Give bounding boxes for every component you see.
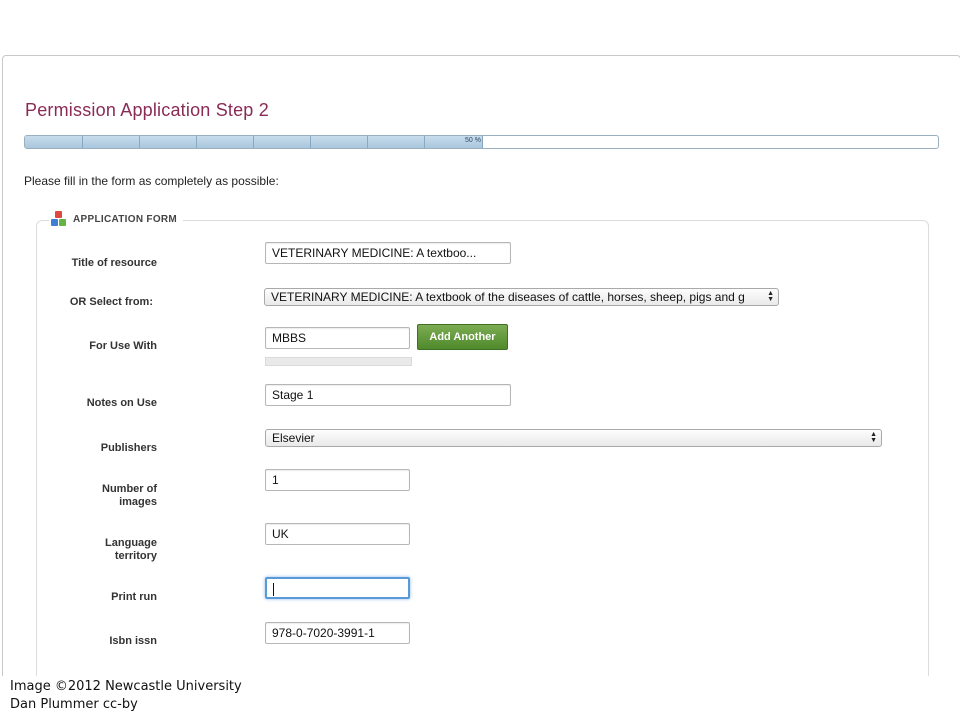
number-of-images-label-line2: images [119, 496, 157, 508]
for-use-with-input[interactable]: MBBS [265, 327, 410, 349]
resource-select-value: VETERINARY MEDICINE: A textbook of the d… [271, 290, 745, 304]
for-use-with-label: For Use With [89, 340, 157, 352]
resource-select[interactable]: VETERINARY MEDICINE: A textbook of the d… [264, 288, 779, 306]
title-of-resource-label: Title of resource [71, 257, 157, 269]
isbn-issn-label: Isbn issn [109, 635, 157, 647]
language-territory-label: Language territory [57, 537, 157, 563]
image-credit: Image ©2012 Newcastle University Dan Plu… [10, 678, 242, 714]
print-run-label: Print run [111, 591, 157, 603]
progress-bar: 50 % [24, 135, 939, 149]
publishers-label: Publishers [100, 442, 157, 454]
select-from-label: OR Select from: [69, 296, 153, 308]
progress-segment [139, 136, 140, 148]
language-territory-label-line1: Language [105, 537, 157, 549]
progress-label: 50 % [465, 137, 481, 144]
progress-segment [196, 136, 197, 148]
blocks-icon [51, 211, 67, 227]
isbn-issn-input[interactable]: 978-0-7020-3991-1 [265, 622, 410, 644]
form-legend-text: APPLICATION FORM [73, 213, 178, 225]
progress-segment [253, 136, 254, 148]
progress-segment [424, 136, 425, 148]
number-of-images-input[interactable]: 1 [265, 469, 410, 491]
add-another-button[interactable]: Add Another [417, 324, 508, 350]
publishers-select-value: Elsevier [272, 431, 315, 445]
publishers-select[interactable]: Elsevier ▲ ▼ [265, 429, 882, 447]
select-arrows-icon: ▲ ▼ [870, 431, 877, 444]
progress-segment [82, 136, 83, 148]
progress-segment [310, 136, 311, 148]
notes-on-use-label: Notes on Use [86, 397, 157, 409]
image-credit-line1: Image ©2012 Newcastle University [10, 679, 242, 694]
for-use-with-list [265, 357, 412, 366]
progress-segment [367, 136, 368, 148]
title-of-resource-input[interactable]: VETERINARY MEDICINE: A textboo... [265, 242, 511, 264]
number-of-images-label: Number of images [57, 483, 157, 509]
application-form-legend: APPLICATION FORM [49, 211, 184, 227]
select-arrows-icon: ▲ ▼ [767, 290, 774, 303]
page-title: Permission Application Step 2 [25, 100, 269, 120]
browser-page: Permission Application Step 2 50 % Pleas… [2, 55, 960, 676]
language-territory-input[interactable]: UK [265, 523, 410, 545]
number-of-images-label-line1: Number of [102, 483, 157, 495]
text-caret [273, 583, 274, 597]
print-run-input[interactable] [265, 577, 410, 599]
image-credit-line2: Dan Plummer cc-by [10, 697, 138, 712]
language-territory-label-line2: territory [114, 550, 157, 562]
form-instructions: Please fill in the form as completely as… [24, 174, 279, 188]
notes-on-use-input[interactable]: Stage 1 [265, 384, 511, 406]
